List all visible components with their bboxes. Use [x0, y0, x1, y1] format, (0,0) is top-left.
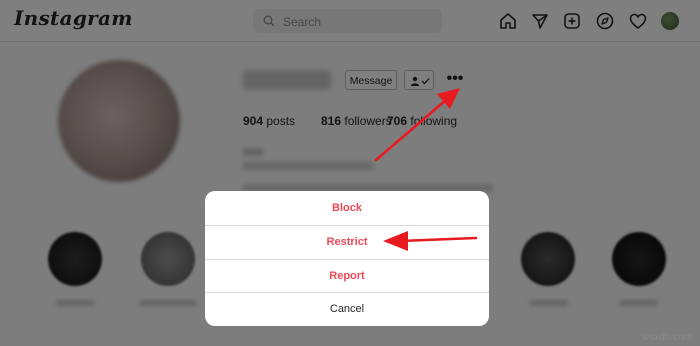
annotation-layer [374, 88, 478, 251]
arrow-to-restrict [383, 231, 478, 251]
arrow-to-more-options [374, 88, 460, 162]
watermark: wsxdn.com [641, 332, 692, 343]
